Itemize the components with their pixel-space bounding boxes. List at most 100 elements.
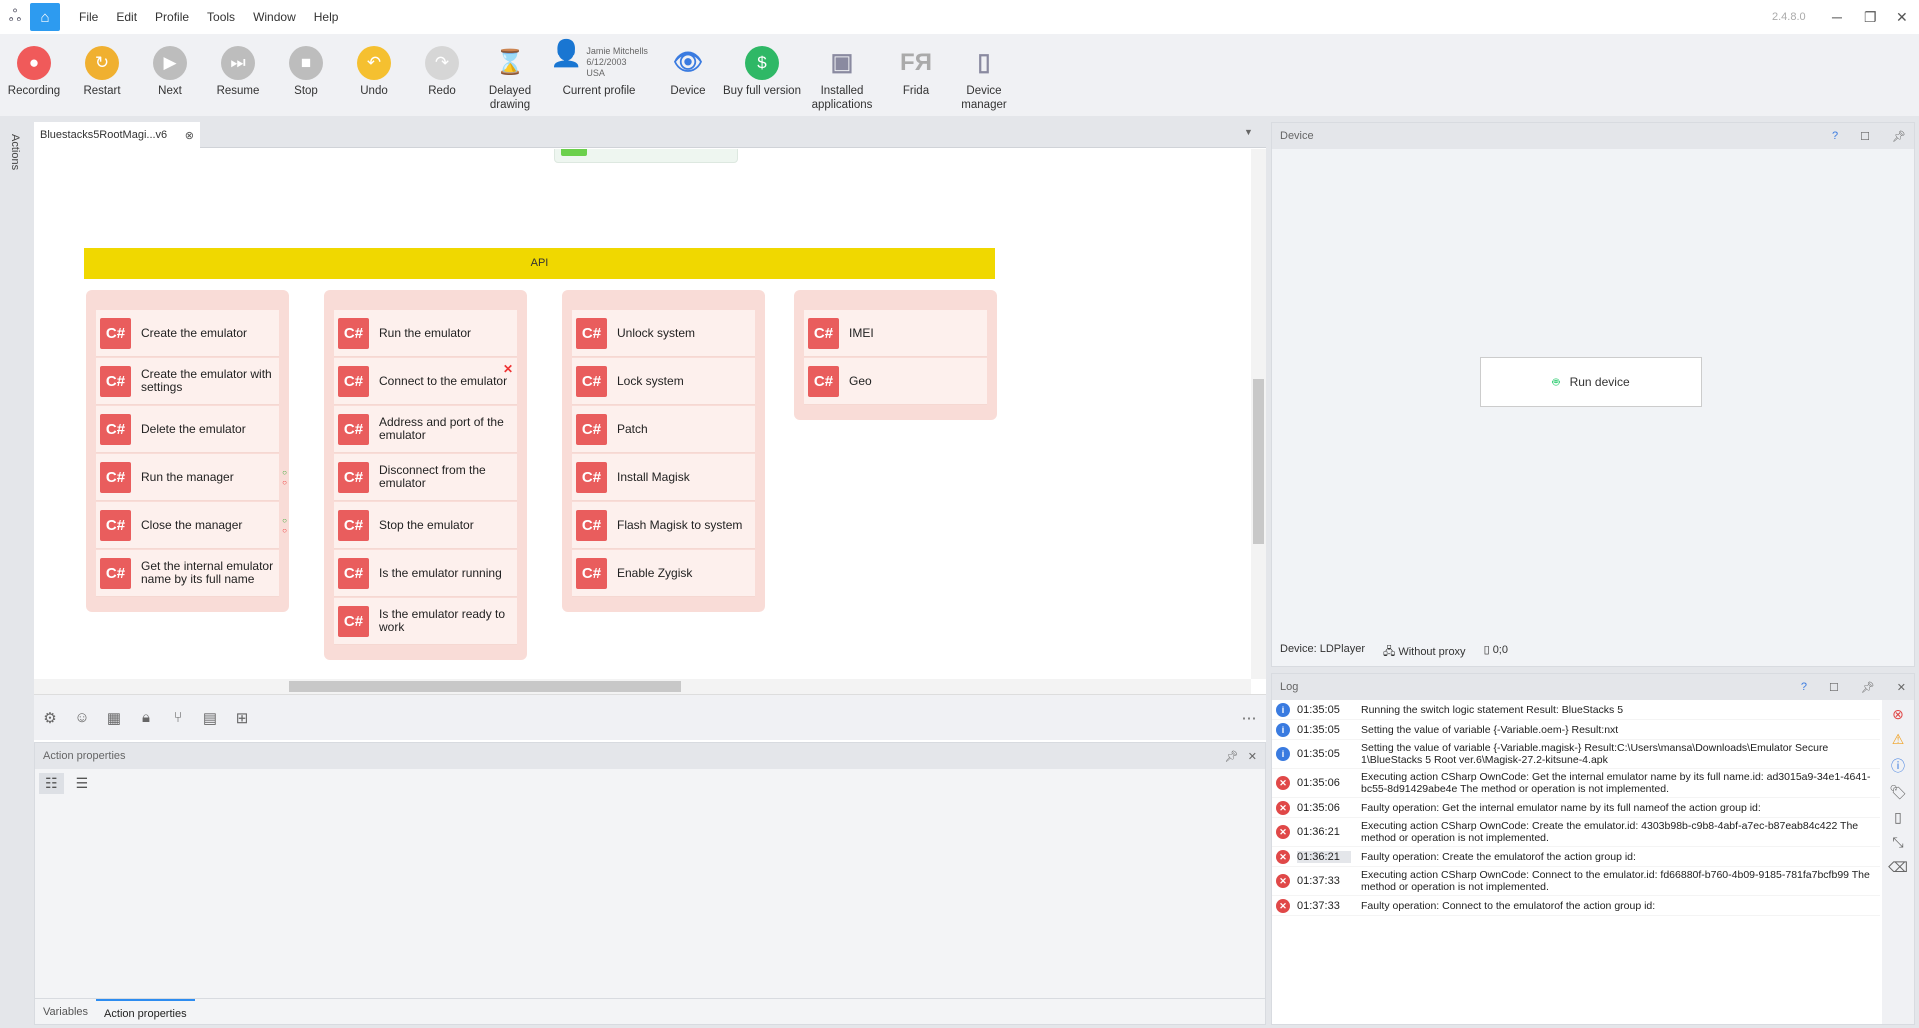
- toolbar-redo-button[interactable]: ↷ Redo: [408, 46, 476, 98]
- action-item[interactable]: C# Disconnect from the emulator: [334, 454, 517, 501]
- scroll-lock-icon[interactable]: ▯: [1894, 809, 1902, 826]
- action-item[interactable]: C# Create the emulator: [96, 310, 279, 357]
- action-item[interactable]: C# Address and port of the emulator: [334, 406, 517, 453]
- toolbar-current-profile-button[interactable]: 👤 Jamie Mitchells 6/12/2003 USA Current prof…: [544, 40, 654, 98]
- restore-button[interactable]: ❐: [1864, 0, 1877, 34]
- log-entry[interactable]: i 01:35:05 Setting the value of variable {…: [1272, 720, 1880, 740]
- notes-view-icon[interactable]: ☰: [70, 773, 95, 794]
- menu-edit[interactable]: Edit: [107, 10, 146, 24]
- tab-dropdown-icon[interactable]: ▼: [1244, 127, 1253, 137]
- log-entry[interactable]: ✕ 01:35:06 Executing action CSharp OwnCode…: [1272, 769, 1880, 798]
- action-item[interactable]: C# Flash Magisk to system: [572, 502, 755, 549]
- pin-icon[interactable]: 📌︎: [1861, 681, 1875, 694]
- log-entry[interactable]: ✕ 01:35:06 Faulty operation: Get the inter…: [1272, 798, 1880, 818]
- pin-icon[interactable]: 📌︎: [1225, 751, 1239, 763]
- toolbar-installed-applications-button[interactable]: ▣ Installed applications: [802, 46, 882, 112]
- toolbar-device-manager-button[interactable]: ▯ Device manager: [950, 46, 1018, 112]
- toolbar-delayed-drawing-button[interactable]: ⌛ Delayed drawing: [476, 46, 544, 112]
- toolbar-resume-button[interactable]: ⏭ Resume: [204, 46, 272, 98]
- action-item[interactable]: C# IMEI: [804, 310, 987, 357]
- partial-block[interactable]: [554, 149, 738, 163]
- log-entry[interactable]: ✕ 01:37:33 Executing action CSharp OwnCode…: [1272, 867, 1880, 896]
- tag-icon[interactable]: 🏷︎: [1889, 784, 1907, 801]
- actions-side-tab[interactable]: Actions: [0, 116, 32, 1028]
- log-entry[interactable]: i 01:35:05 Setting the value of variable {…: [1272, 740, 1880, 769]
- pin-icon[interactable]: 📌︎: [1892, 130, 1906, 143]
- connection-ports[interactable]: ○ ○: [282, 468, 287, 488]
- action-item[interactable]: C# Unlock system: [572, 310, 755, 357]
- minimize-button[interactable]: ─: [1832, 0, 1842, 34]
- action-item[interactable]: C# Connect to the emulator ✕: [334, 358, 517, 405]
- toolbar-next-button[interactable]: ▶ Next: [136, 46, 204, 98]
- toolbar-recording-button[interactable]: ● Recording: [0, 46, 68, 98]
- horizontal-scrollbar[interactable]: [34, 679, 1251, 694]
- expand-icon[interactable]: ⤡: [1892, 834, 1903, 851]
- action-item[interactable]: C# Create the emulator with settings: [96, 358, 279, 405]
- action-item[interactable]: C# Enable Zygisk: [572, 550, 755, 597]
- close-icon[interactable]: ✕: [1248, 751, 1257, 763]
- close-window-button[interactable]: ✕: [1896, 0, 1908, 34]
- filter-info-icon[interactable]: ⓘ: [1891, 756, 1905, 776]
- log-entry[interactable]: ✕ 01:36:21 Faulty operation: Create the em…: [1272, 847, 1880, 867]
- toolbar-device-button[interactable]: 👁 Device: [654, 46, 722, 98]
- csharp-icon: C#: [338, 317, 369, 349]
- hierarchy-icon[interactable]: ⑂: [167, 709, 189, 726]
- toolbar-undo-button[interactable]: ↶ Undo: [340, 46, 408, 98]
- toolbar-frida-button[interactable]: FЯ Frida: [882, 46, 950, 98]
- action-item[interactable]: C# Patch: [572, 406, 755, 453]
- tab-variables[interactable]: Variables: [35, 999, 96, 1024]
- clipboard-icon[interactable]: ▤: [199, 709, 221, 727]
- menu-file[interactable]: File: [70, 10, 107, 24]
- help-icon[interactable]: ?: [1801, 681, 1807, 694]
- help-icon[interactable]: ?: [1832, 130, 1838, 143]
- action-label: Install Magisk: [617, 469, 690, 484]
- toolbar-stop-button[interactable]: ■ Stop: [272, 46, 340, 98]
- action-item[interactable]: C# Run the manager ○ ○: [96, 454, 287, 501]
- action-item[interactable]: C# Delete the emulator: [96, 406, 279, 453]
- menu-profile[interactable]: Profile: [146, 10, 198, 24]
- log-entry[interactable]: ✕ 01:36:21 Executing action CSharp OwnCode…: [1272, 818, 1880, 847]
- log-entry[interactable]: i 01:35:05 Running the switch logic statem…: [1272, 700, 1880, 720]
- tab-action-properties[interactable]: Action properties: [96, 999, 195, 1024]
- lock-icon[interactable]: 🔒︎: [135, 709, 157, 726]
- filter-warnings-icon[interactable]: ⚠: [1892, 731, 1905, 748]
- api-group-header[interactable]: API: [84, 248, 995, 279]
- vertical-scrollbar[interactable]: [1251, 149, 1266, 679]
- proxy-status[interactable]: Without proxy: [1398, 646, 1465, 658]
- run-device-button[interactable]: 🤖︎ Run device: [1480, 357, 1702, 407]
- action-item[interactable]: C# Get the internal emulator name by its …: [96, 550, 279, 597]
- action-item[interactable]: C# Is the emulator ready to work: [334, 598, 517, 645]
- action-item[interactable]: C# Lock system: [572, 358, 755, 405]
- toolbar-buy-full-version-button[interactable]: $ Buy full version: [722, 46, 802, 98]
- menu-window[interactable]: Window: [244, 10, 305, 24]
- action-item[interactable]: C# Close the manager ○ ○: [96, 502, 287, 549]
- info-icon: i: [1276, 747, 1290, 761]
- settings-icon[interactable]: ⚙: [39, 709, 61, 727]
- error-icon: ✕: [1276, 849, 1290, 864]
- grid-icon[interactable]: ▦: [103, 709, 125, 727]
- menu-help[interactable]: Help: [305, 10, 348, 24]
- log-message: Setting the value of variable {-Variable…: [1361, 723, 1619, 736]
- maximize-icon[interactable]: ☐: [1829, 681, 1839, 694]
- action-item[interactable]: C# Stop the emulator: [334, 502, 517, 549]
- close-tab-icon[interactable]: ⊗: [185, 129, 194, 142]
- user-icon[interactable]: ☺: [71, 709, 93, 726]
- home-button[interactable]: ⌂: [30, 3, 60, 31]
- workflow-canvas[interactable]: API C# Create the emulator C# Create the em…: [34, 149, 1251, 679]
- toolbar-restart-button[interactable]: ↻ Restart: [68, 46, 136, 98]
- action-item[interactable]: C# Install Magisk: [572, 454, 755, 501]
- properties-view-icon[interactable]: ☷: [39, 773, 64, 794]
- more-icon[interactable]: ⋯: [1238, 709, 1260, 727]
- action-item[interactable]: C# Geo: [804, 358, 987, 405]
- filter-errors-icon[interactable]: ⊗: [1892, 706, 1904, 723]
- action-item[interactable]: C# Is the emulator running: [334, 550, 517, 597]
- clear-log-icon[interactable]: ⌫: [1888, 859, 1908, 876]
- connection-ports[interactable]: ○ ○: [282, 516, 287, 536]
- add-icon[interactable]: ⊞: [231, 709, 253, 727]
- close-icon[interactable]: ✕: [1897, 681, 1906, 694]
- editor-tab[interactable]: Bluestacks5RootMagi...v6 ⊗: [34, 122, 200, 149]
- maximize-icon[interactable]: ☐: [1860, 130, 1870, 143]
- log-entry[interactable]: ✕ 01:37:33 Faulty operation: Connect to th…: [1272, 896, 1880, 916]
- menu-tools[interactable]: Tools: [198, 10, 244, 24]
- action-item[interactable]: C# Run the emulator: [334, 310, 517, 357]
